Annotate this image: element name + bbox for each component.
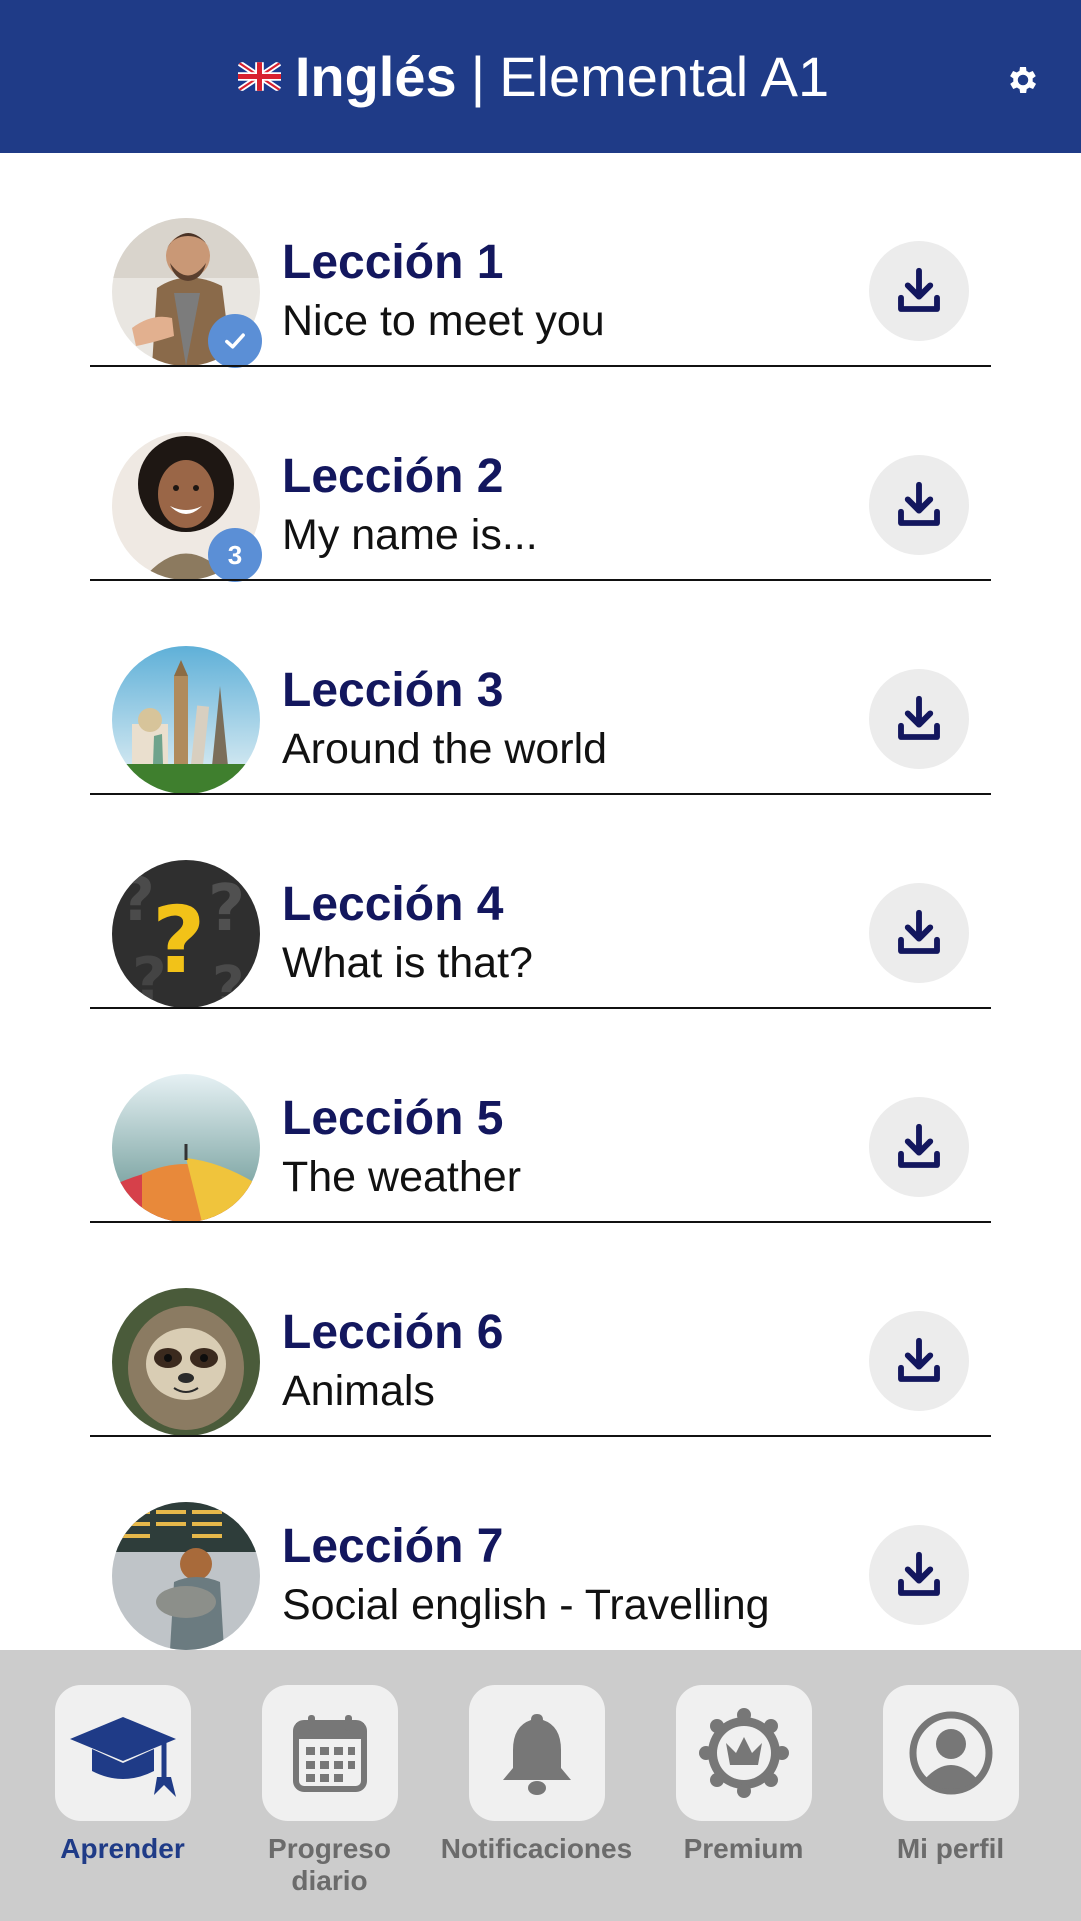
- download-button[interactable]: [869, 1525, 969, 1625]
- gear-icon[interactable]: [1005, 62, 1041, 98]
- tab-icon-box: [261, 1685, 398, 1821]
- lesson-3-image: [112, 646, 260, 794]
- download-icon: [898, 1337, 940, 1382]
- download-icon: [898, 695, 940, 740]
- tab-label: Premium: [683, 1833, 804, 1864]
- tab-notificaciones[interactable]: Notificaciones: [433, 1685, 640, 1865]
- lesson-row-5[interactable]: Lección 5 The weather: [90, 1009, 991, 1223]
- download-icon: [898, 1551, 940, 1596]
- lesson-number: Lección 2: [282, 450, 504, 503]
- lesson-row-3[interactable]: Lección 3 Around the world: [90, 581, 991, 795]
- lesson-title: What is that?: [282, 939, 533, 987]
- tab-label: Mi perfil: [896, 1833, 1005, 1864]
- download-button[interactable]: [869, 1311, 969, 1411]
- lesson-row-6[interactable]: Lección 6 Animals: [90, 1223, 991, 1437]
- lesson-7-image: [112, 1502, 260, 1650]
- uk-flag-icon: [237, 62, 281, 91]
- lesson-row-4[interactable]: ? ? ? ? ? Lección 4 What is that?: [90, 795, 991, 1009]
- download-icon: [898, 1123, 940, 1168]
- lesson-number: Lección 3: [282, 664, 504, 717]
- tab-aprender[interactable]: Aprender: [19, 1685, 226, 1865]
- tab-icon-box: [882, 1685, 1019, 1821]
- lesson-5-image: [112, 1074, 260, 1222]
- level-title: Elemental A1: [499, 45, 830, 108]
- lesson-number: Lección 5: [282, 1092, 504, 1145]
- download-button[interactable]: [869, 241, 969, 341]
- bell-icon: [502, 1714, 571, 1795]
- calendar-icon: [292, 1715, 367, 1792]
- lesson-4-image: ? ? ? ? ?: [112, 860, 260, 1008]
- lesson-number: Lección 7: [282, 1520, 504, 1573]
- bottom-tab-bar: Aprender Progreso diario Notificaciones …: [0, 1650, 1081, 1921]
- lesson-number: Lección 6: [282, 1306, 504, 1359]
- lesson-number: Lección 1: [282, 236, 504, 289]
- completed-badge: [208, 314, 262, 368]
- graduation-cap-icon: [69, 1717, 176, 1797]
- svg-text:?: ?: [120, 865, 155, 935]
- tab-label: Progreso diario: [268, 1833, 391, 1896]
- svg-text:?: ?: [152, 887, 205, 994]
- lesson-row-1[interactable]: Lección 1 Nice to meet you: [90, 153, 991, 368]
- lesson-title: Social english - Travelling: [282, 1581, 770, 1629]
- page-title: Inglés | Elemental A1: [237, 44, 830, 109]
- title-separator: |: [470, 45, 486, 108]
- download-icon: [898, 909, 940, 954]
- lesson-row-2[interactable]: 3 Lección 2 My name is...: [90, 367, 991, 582]
- download-button[interactable]: [869, 455, 969, 555]
- svg-text:?: ?: [208, 872, 245, 946]
- lesson-number: Lección 4: [282, 878, 504, 931]
- tab-icon-box: [468, 1685, 605, 1821]
- tab-label: Aprender: [60, 1833, 185, 1864]
- user-profile-icon: [909, 1711, 992, 1795]
- download-button[interactable]: [869, 1097, 969, 1197]
- download-button[interactable]: [869, 883, 969, 983]
- lesson-title: Animals: [282, 1367, 435, 1415]
- crown-badge-icon: [698, 1708, 789, 1798]
- app-header: Inglés | Elemental A1: [0, 0, 1081, 153]
- lesson-title: My name is...: [282, 511, 538, 559]
- lesson-title: Around the world: [282, 725, 608, 773]
- checkmark-icon: [225, 333, 245, 349]
- tab-premium[interactable]: Premium: [640, 1685, 847, 1865]
- tab-icon-box: [54, 1685, 191, 1821]
- tab-label: Notificaciones: [440, 1833, 633, 1864]
- download-icon: [898, 481, 940, 526]
- lesson-6-image: [112, 1288, 260, 1436]
- lesson-title: The weather: [282, 1153, 522, 1201]
- lesson-row-7[interactable]: Lección 7 Social english - Travelling: [90, 1437, 991, 1651]
- download-icon: [898, 267, 940, 312]
- svg-text:?: ?: [212, 955, 244, 1008]
- tab-mi-perfil[interactable]: Mi perfil: [847, 1685, 1054, 1865]
- exercise-count-badge: 3: [208, 528, 262, 582]
- language-title: Inglés: [294, 45, 457, 108]
- lesson-title: Nice to meet you: [282, 297, 605, 345]
- tab-progreso-diario[interactable]: Progreso diario: [226, 1685, 433, 1897]
- download-button[interactable]: [869, 669, 969, 769]
- tab-icon-box: [675, 1685, 812, 1821]
